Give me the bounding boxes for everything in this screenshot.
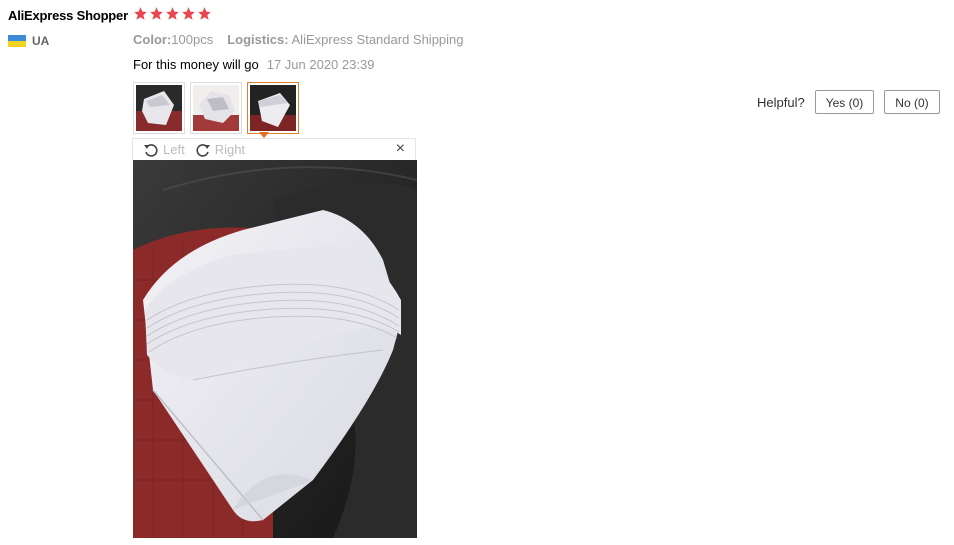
close-viewer-icon[interactable]: × bbox=[396, 141, 405, 157]
photo-thumbnail-image bbox=[250, 85, 296, 131]
rotate-right-button[interactable]: Right bbox=[195, 142, 245, 158]
order-meta: Color:100pcs Logistics: AliExpress Stand… bbox=[133, 32, 464, 47]
star-icon bbox=[166, 7, 179, 20]
review-item: AliExpress Shopper UA Color:100pcs Logis… bbox=[0, 0, 954, 545]
star-icon bbox=[150, 7, 163, 20]
logistics-attribute: Logistics: AliExpress Standard Shipping bbox=[227, 32, 463, 47]
review-content: For this money will go 17 Jun 2020 23:39 bbox=[133, 57, 374, 72]
helpful-no-button[interactable]: No (0) bbox=[884, 90, 940, 114]
rotate-right-icon bbox=[196, 143, 210, 157]
color-value: 100pcs bbox=[171, 32, 214, 47]
reviewer-name: AliExpress Shopper bbox=[8, 8, 128, 23]
rotate-left-icon bbox=[144, 143, 158, 157]
rotate-left-button[interactable]: Left bbox=[143, 142, 185, 158]
photo-viewer-toolbar: Left Right × bbox=[132, 138, 416, 160]
rotate-right-label: Right bbox=[214, 142, 246, 157]
logistics-value: AliExpress Standard Shipping bbox=[291, 32, 464, 47]
helpful-vote: Helpful? Yes (0) No (0) bbox=[757, 90, 940, 114]
photo-thumbnail-image bbox=[193, 85, 239, 131]
color-label: Color: bbox=[133, 32, 172, 47]
helpful-label: Helpful? bbox=[757, 94, 805, 110]
star-icon bbox=[182, 7, 195, 20]
reviewer-country: UA bbox=[8, 34, 49, 48]
review-text: For this money will go bbox=[133, 57, 259, 72]
photo-thumbnail-3[interactable] bbox=[247, 82, 299, 134]
photo-thumbnail-1[interactable] bbox=[133, 82, 185, 134]
star-icon bbox=[198, 7, 211, 20]
color-attribute: Color:100pcs bbox=[133, 32, 213, 47]
star-rating bbox=[133, 6, 212, 21]
helpful-yes-button[interactable]: Yes (0) bbox=[814, 90, 875, 114]
photo-thumbnails bbox=[133, 82, 299, 134]
ukraine-flag-icon bbox=[8, 35, 26, 47]
photo-thumbnail-image bbox=[136, 85, 182, 131]
logistics-label: Logistics: bbox=[227, 32, 289, 47]
enlarged-review-photo bbox=[133, 160, 417, 538]
country-code: UA bbox=[32, 34, 50, 48]
rotate-left-label: Left bbox=[163, 142, 185, 157]
star-icon bbox=[134, 7, 147, 20]
review-date: 17 Jun 2020 23:39 bbox=[266, 57, 375, 72]
photo-thumbnail-2[interactable] bbox=[190, 82, 242, 134]
